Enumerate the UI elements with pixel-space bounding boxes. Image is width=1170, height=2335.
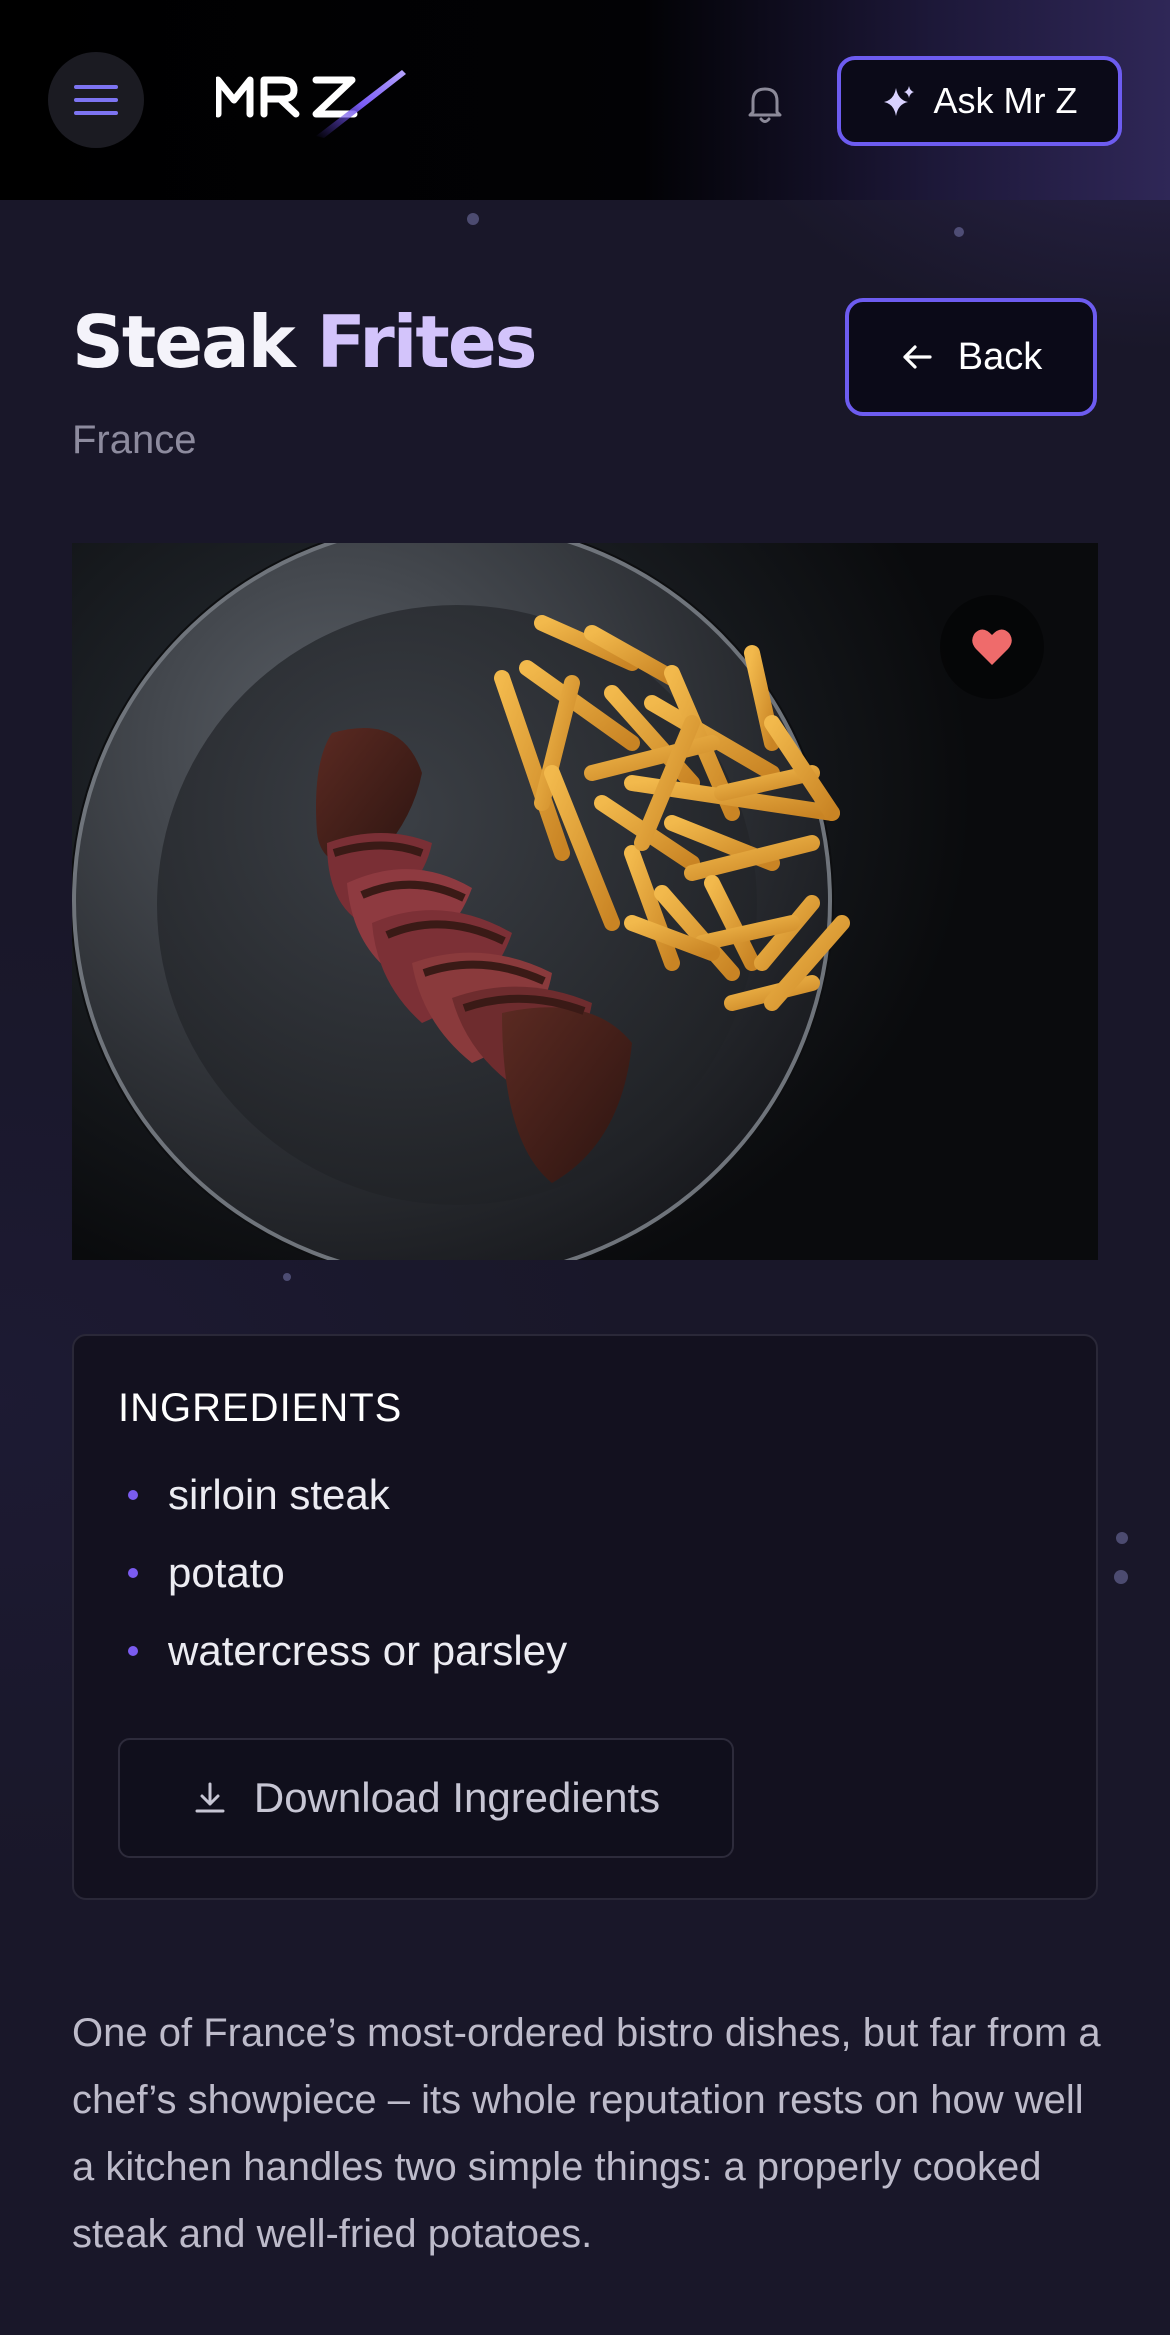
ask-mr-z-button[interactable]: Ask Mr Z <box>837 56 1122 146</box>
menu-button[interactable] <box>48 52 144 148</box>
hamburger-icon <box>74 85 118 115</box>
ingredient-text: watercress or parsley <box>168 1627 568 1674</box>
background-dot <box>1114 1570 1128 1584</box>
recipe-title: Steak Frites <box>72 300 538 384</box>
ingredient-item: potato <box>118 1534 567 1612</box>
download-icon <box>195 1782 225 1813</box>
ask-mr-z-label: Ask Mr Z <box>933 80 1078 121</box>
heart-icon <box>972 629 1012 665</box>
recipe-description: One of France’s most-ordered bistro dish… <box>72 2011 1101 2256</box>
bell-icon[interactable] <box>740 78 790 128</box>
background-dot <box>1116 1532 1128 1544</box>
ingredient-text: sirloin steak <box>168 1471 390 1518</box>
ingredient-item: sirloin steak <box>118 1456 567 1534</box>
ingredients-list: sirloin steak potato watercress or parsl… <box>118 1456 567 1690</box>
mrz-logo[interactable] <box>216 66 406 140</box>
ingredient-text: potato <box>168 1549 285 1596</box>
favorite-button[interactable] <box>940 595 1044 699</box>
sparkle-icon <box>883 86 914 116</box>
background-dot <box>467 213 479 225</box>
app-header: Ask Mr Z <box>0 0 1170 200</box>
download-ingredients-button[interactable]: Download Ingredients <box>118 1738 734 1858</box>
recipe-country: France <box>72 418 197 462</box>
back-label: Back <box>957 335 1043 378</box>
arrow-left-icon <box>903 345 932 369</box>
background-dot <box>283 1273 291 1281</box>
background-dot <box>954 227 964 237</box>
download-ingredients-label: Download Ingredients <box>253 1774 661 1821</box>
ingredients-heading: INGREDIENTS <box>118 1386 403 1430</box>
recipe-title-word-1: Steak <box>72 300 296 384</box>
recipe-title-word-2: Frites <box>316 300 538 384</box>
ingredients-card: INGREDIENTS sirloin steak potato watercr… <box>72 1334 1098 1900</box>
back-button[interactable]: Back <box>845 298 1097 416</box>
bullet-icon <box>128 1646 138 1656</box>
ingredient-item: watercress or parsley <box>118 1612 567 1690</box>
bullet-icon <box>128 1490 138 1500</box>
recipe-photo <box>72 543 1098 1260</box>
bullet-icon <box>128 1568 138 1578</box>
